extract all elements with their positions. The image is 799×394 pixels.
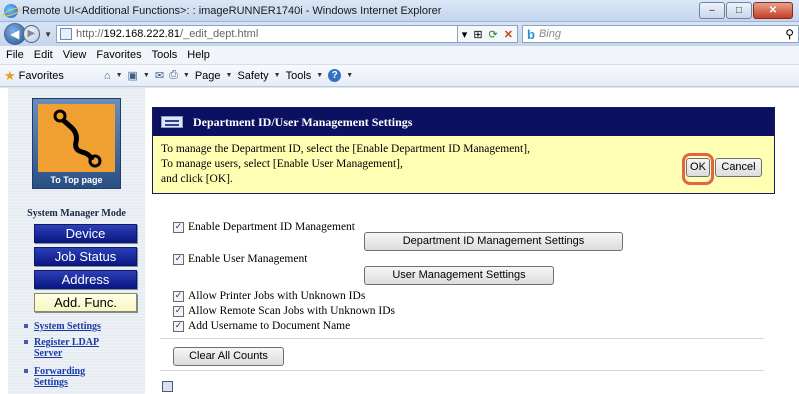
to-top-page-label: To Top page (50, 175, 103, 185)
bullet-icon (24, 369, 28, 373)
search-placeholder: Bing (538, 28, 561, 40)
window-titlebar: Remote UI<Additional Functions>: : image… (0, 0, 799, 22)
option-label: Enable Department ID Management (188, 221, 356, 233)
link-register-ldap[interactable]: Register LDAP Server (34, 337, 129, 359)
option-label: Allow Remote Scan Jobs with Unknown IDs (188, 305, 395, 317)
link-system-settings[interactable]: System Settings (34, 321, 101, 332)
top-page-illustration (38, 104, 115, 172)
url-path: /_edit_dept.html (180, 28, 259, 40)
page-content: To Top page System Manager Mode Device J… (0, 88, 799, 394)
menu-file[interactable]: File (6, 49, 24, 61)
safety-menu[interactable]: Safety (237, 70, 268, 82)
checkbox-enable-user[interactable]: ✓ (173, 253, 184, 265)
nav-address-button[interactable]: Address (34, 270, 137, 289)
menu-view[interactable]: View (63, 49, 87, 61)
forward-button[interactable]: ▶ (22, 25, 41, 43)
page-menu[interactable]: Page (195, 70, 221, 82)
feeds-icon[interactable]: ▣ (128, 69, 138, 82)
search-input[interactable]: b Bing ⚲ (521, 25, 799, 43)
page-title-bar: Department ID/User Management Settings (153, 108, 774, 136)
clear-all-counts-button[interactable]: Clear All Counts (173, 347, 284, 366)
menu-favorites[interactable]: Favorites (96, 49, 141, 61)
scroll-top-icon[interactable] (162, 381, 173, 392)
menu-help[interactable]: Help (187, 49, 210, 61)
option-add-username[interactable]: ✓ Add Username to Document Name (173, 320, 350, 332)
compat-view-icon[interactable]: ⊞ (473, 28, 482, 41)
ie-logo-icon (4, 3, 18, 18)
instruction-line-3: and click [OK]. (161, 173, 233, 185)
menu-tools[interactable]: Tools (152, 49, 178, 61)
nav-job-status-button[interactable]: Job Status (34, 247, 137, 266)
option-label: Allow Printer Jobs with Unknown IDs (188, 290, 366, 302)
nav-add-func-button[interactable]: Add. Func. (34, 293, 137, 312)
mode-title: System Manager Mode (27, 208, 126, 219)
favorites-bar: ★ Favorites ⌂ ▼ ▣ ▼ ✉ ⎙ ▼ Page ▼ Safety ▼ Too… (0, 65, 799, 87)
settings-header: Department ID/User Management Settings T… (152, 107, 775, 194)
favorites-star-icon[interactable]: ★ (4, 68, 16, 84)
url-scheme: http:// (76, 28, 104, 40)
history-dropdown-icon[interactable]: ▼ (44, 30, 52, 39)
bullet-icon (24, 340, 28, 344)
url-tools: ▾ ⊞ ⟳ ✕ (457, 25, 518, 43)
close-button[interactable]: ✕ (753, 2, 793, 19)
divider (160, 370, 764, 371)
page-title: Department ID/User Management Settings (193, 114, 413, 129)
maximize-button[interactable]: □ (726, 2, 752, 19)
option-enable-user[interactable]: ✓ Enable User Management (173, 253, 307, 265)
window-controls: – □ ✕ (699, 2, 793, 19)
url-host: 192.168.222.81 (103, 28, 181, 40)
help-icon[interactable]: ? (328, 69, 342, 82)
option-label: Add Username to Document Name (188, 320, 351, 332)
nav-device-button[interactable]: Device (34, 224, 137, 243)
address-bar: ◀ ▶ ▼ http:// 192.168.222.81 /_edit_dept… (0, 22, 799, 46)
checkbox-enable-dept-id[interactable]: ✓ (173, 221, 184, 233)
url-field[interactable]: http:// 192.168.222.81 /_edit_dept.html (56, 25, 458, 43)
menu-bar: File Edit View Favorites Tools Help (0, 46, 799, 65)
dept-id-settings-button[interactable]: Department ID Management Settings (364, 232, 623, 251)
window-title: Remote UI<Additional Functions>: : image… (22, 4, 442, 17)
cable-icon (53, 109, 102, 168)
settings-icon (161, 116, 183, 128)
link-forwarding-settings[interactable]: Forwarding Settings (34, 366, 104, 388)
bing-icon: b (526, 26, 535, 42)
divider (160, 338, 764, 339)
instruction-line-2: To manage users, select [Enable User Man… (161, 158, 403, 170)
user-settings-button[interactable]: User Management Settings (364, 266, 554, 285)
option-allow-printer[interactable]: ✓ Allow Printer Jobs with Unknown IDs (173, 290, 365, 302)
to-top-page-button[interactable]: To Top page (32, 98, 121, 189)
mail-icon[interactable]: ✉ (155, 69, 164, 82)
refresh-icon[interactable]: ⟳ (489, 28, 498, 41)
tools-menu[interactable]: Tools (286, 70, 312, 82)
option-enable-dept-id[interactable]: ✓ Enable Department ID Management (173, 221, 355, 233)
menu-edit[interactable]: Edit (34, 49, 53, 61)
option-allow-scan[interactable]: ✓ Allow Remote Scan Jobs with Unknown ID… (173, 305, 395, 317)
instruction-message: To manage the Department ID, select the … (153, 136, 774, 193)
url-dropdown-icon[interactable]: ▾ (462, 28, 468, 41)
favorites-label[interactable]: Favorites (19, 70, 64, 82)
bullet-icon (24, 324, 28, 328)
option-label: Enable User Management (188, 253, 308, 265)
cancel-button[interactable]: Cancel (715, 158, 762, 177)
left-nav: To Top page System Manager Mode Device J… (8, 88, 145, 394)
stop-icon[interactable]: ✕ (504, 28, 513, 41)
instruction-line-1: To manage the Department ID, select the … (161, 143, 530, 155)
ok-button[interactable]: OK (686, 158, 710, 177)
command-bar: ⌂ ▼ ▣ ▼ ✉ ⎙ ▼ Page ▼ Safety ▼ Tools ▼ ? ▼ (103, 69, 354, 82)
checkbox-allow-scan[interactable]: ✓ (173, 305, 184, 317)
checkbox-add-username[interactable]: ✓ (173, 320, 184, 332)
page-icon (60, 28, 73, 40)
search-icon[interactable]: ⚲ (785, 27, 794, 41)
minimize-button[interactable]: – (699, 2, 725, 19)
checkbox-allow-printer[interactable]: ✓ (173, 290, 184, 302)
print-icon[interactable]: ⎙ (169, 69, 178, 82)
home-icon[interactable]: ⌂ (104, 70, 111, 82)
